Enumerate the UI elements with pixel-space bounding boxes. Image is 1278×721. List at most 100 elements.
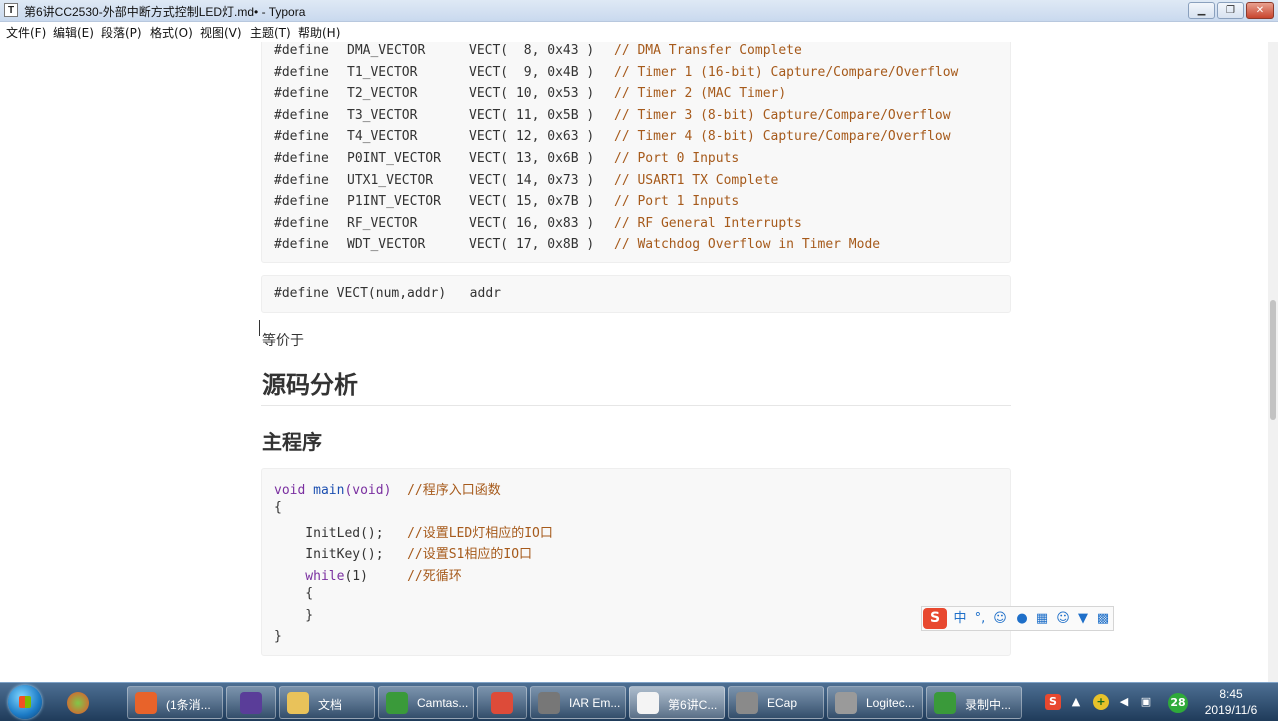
code-plain: InitLed(); xyxy=(274,526,408,541)
vector-comment: // RF General Interrupts xyxy=(614,215,802,231)
code-line-1: void main(void) //程序入口函数 xyxy=(274,479,501,498)
define-keyword: #define xyxy=(274,86,329,102)
recording-icon xyxy=(934,692,956,714)
window-title: 第6讲CC2530-外部中断方式控制LED灯.md• - Typora xyxy=(24,5,306,19)
iar-icon xyxy=(538,692,560,714)
taskbar-button-camtasia[interactable]: Camtas... xyxy=(378,686,474,719)
vector-name: WDT_VECTOR xyxy=(347,237,426,253)
code-plain: (void) xyxy=(344,483,408,498)
close-icon[interactable]: ✕ xyxy=(1246,2,1274,19)
ime-chinese-mode[interactable]: 中 xyxy=(952,610,968,627)
taskbar-button-firefox[interactable]: (1条消... xyxy=(127,686,223,719)
menu-help[interactable]: 帮助(H) xyxy=(298,24,340,41)
define-keyword: #define xyxy=(274,215,329,231)
menu-edit[interactable]: 编辑(E) xyxy=(53,24,94,41)
code-line-define: #define T4_VECTOR VECT( 12, 0x63 ) // Timer… xyxy=(274,129,951,144)
colorful-app-icon xyxy=(67,692,89,714)
code-comment: //死循环 xyxy=(407,569,462,584)
vector-name: RF_VECTOR xyxy=(347,215,418,231)
ime-emoji-icon[interactable]: ☺ xyxy=(992,610,1008,627)
taskbar-button-chrome[interactable] xyxy=(477,686,527,719)
menu-bar: 文件(F) 编辑(E) 段落(P) 格式(O) 视图(V) 主题(T) 帮助(H… xyxy=(0,22,1278,42)
menu-file[interactable]: 文件(F) xyxy=(6,24,46,41)
minimize-icon[interactable]: ▁ xyxy=(1188,2,1215,19)
vector-value: VECT( 15, 0x7B ) xyxy=(469,194,595,210)
taskbar-button-webcam[interactable]: ECap xyxy=(728,686,824,719)
scrollbar-thumb[interactable] xyxy=(1270,300,1276,420)
menu-format[interactable]: 格式(O) xyxy=(150,24,193,41)
title-bar: T 第6讲CC2530-外部中断方式控制LED灯.md• - Typora ▁ … xyxy=(0,0,1278,22)
ime-toolbar[interactable]: S 中 °, ☺ ● ▦ ☺ ▼ ▩ xyxy=(921,606,1114,631)
paragraph-equiv: 等价于 xyxy=(262,333,304,349)
webcam-icon xyxy=(736,692,758,714)
pinned-app-icon[interactable] xyxy=(56,686,100,719)
vector-comment: // USART1 TX Complete xyxy=(614,172,779,188)
vertical-scrollbar[interactable] xyxy=(1268,42,1278,682)
code-comment: //设置S1相应的IO口 xyxy=(407,547,533,562)
maximize-icon[interactable]: ❐ xyxy=(1217,2,1244,19)
taskbar-button-typora[interactable]: 第6讲C... xyxy=(629,686,725,719)
typora-icon xyxy=(637,692,659,714)
code-comment: //程序入口函数 xyxy=(407,483,501,498)
menu-theme[interactable]: 主题(T) xyxy=(250,24,291,41)
vector-value: VECT( 17, 0x8B ) xyxy=(469,237,595,253)
clock[interactable]: 8:45 2019/11/6 xyxy=(1196,686,1266,718)
menu-paragraph[interactable]: 段落(P) xyxy=(101,24,142,41)
camtasia-icon xyxy=(386,692,408,714)
network-plus-icon[interactable]: + xyxy=(1093,694,1109,710)
start-button[interactable] xyxy=(8,685,42,719)
taskbar-button-iar[interactable]: IAR Em... xyxy=(530,686,626,719)
power-icon[interactable]: ▣ xyxy=(1138,694,1154,710)
code-block-vect-macro[interactable]: #define VECT(num,addr) addr xyxy=(261,275,1011,313)
user-icon[interactable]: ☺ xyxy=(1055,610,1071,627)
vector-name: UTX1_VECTOR xyxy=(347,172,434,188)
vector-comment: // Port 1 Inputs xyxy=(614,194,740,210)
vector-value: VECT( 10, 0x53 ) xyxy=(469,86,595,102)
sogou-logo-icon[interactable]: S xyxy=(923,608,947,629)
ime-punctuation-icon[interactable]: °, xyxy=(972,610,988,627)
code-keyword: void xyxy=(274,483,306,498)
code-line-define: #define UTX1_VECTOR VECT( 14, 0x73 ) // USA… xyxy=(274,172,778,188)
define-keyword: #define xyxy=(274,172,329,188)
heading-divider xyxy=(261,405,1011,406)
code-line-8: } xyxy=(274,629,282,644)
code-plain: (1) xyxy=(344,569,408,584)
taskbar-button-recording[interactable]: 录制中... xyxy=(926,686,1022,719)
taskbar-button-folder[interactable]: 文档 xyxy=(279,686,375,719)
taskbar-label: ECap xyxy=(767,696,798,710)
code-line-5: while(1) //死循环 xyxy=(274,565,462,584)
volume-icon[interactable]: ◀ xyxy=(1116,694,1132,710)
heading-source-analysis: 源码分析 xyxy=(262,371,358,399)
keyboard-icon[interactable]: ▦ xyxy=(1034,610,1050,627)
taskbar-button-visual-studio[interactable] xyxy=(226,686,276,719)
menu-view[interactable]: 视图(V) xyxy=(200,24,242,41)
code-line-define: #define RF_VECTOR VECT( 16, 0x83 ) // RF Ge… xyxy=(274,215,802,231)
mic-icon[interactable]: ● xyxy=(1014,610,1030,627)
vector-comment: // Watchdog Overflow in Timer Mode xyxy=(614,237,881,253)
notification-count-badge[interactable]: 28 xyxy=(1168,693,1188,713)
grid-icon[interactable]: ▩ xyxy=(1095,610,1111,627)
chrome-icon xyxy=(491,692,513,714)
editor-content[interactable]: #define DMA_VECTOR VECT( 8, 0x43 ) // DMA T… xyxy=(0,42,1268,682)
arrow-up-icon[interactable]: ▲ xyxy=(1068,694,1084,710)
shirt-icon[interactable]: ▼ xyxy=(1075,610,1091,627)
visual-studio-icon xyxy=(240,692,262,714)
define-keyword: #define xyxy=(274,194,329,210)
vector-name: P1INT_VECTOR xyxy=(347,194,441,210)
vector-value: VECT( 13, 0x6B ) xyxy=(469,151,595,166)
code-line-4: InitKey(); //设置S1相应的IO口 xyxy=(274,543,532,562)
logitech-icon xyxy=(835,692,857,714)
taskbar-button-logitech[interactable]: Logitec... xyxy=(827,686,923,719)
ime-tray-icon[interactable]: S xyxy=(1045,694,1061,710)
define-keyword: #define xyxy=(274,64,329,80)
vector-name: DMA_VECTOR xyxy=(347,43,426,58)
vector-value: VECT( 12, 0x63 ) xyxy=(469,129,595,145)
vector-value: VECT( 14, 0x73 ) xyxy=(469,172,595,188)
define-keyword: #define xyxy=(274,107,329,123)
code-plain: InitKey(); xyxy=(274,547,408,562)
code-block-vector-defines[interactable]: #define DMA_VECTOR VECT( 8, 0x43 ) // DMA T… xyxy=(261,42,1011,263)
taskbar-label: 第6讲C... xyxy=(668,698,718,712)
code-block-main[interactable]: void main(void) //程序入口函数 { InitLed(); //… xyxy=(261,468,1011,656)
vector-comment: // Timer 3 (8-bit) Capture/Compare/Overf… xyxy=(614,107,951,123)
code-function: main xyxy=(313,483,345,498)
